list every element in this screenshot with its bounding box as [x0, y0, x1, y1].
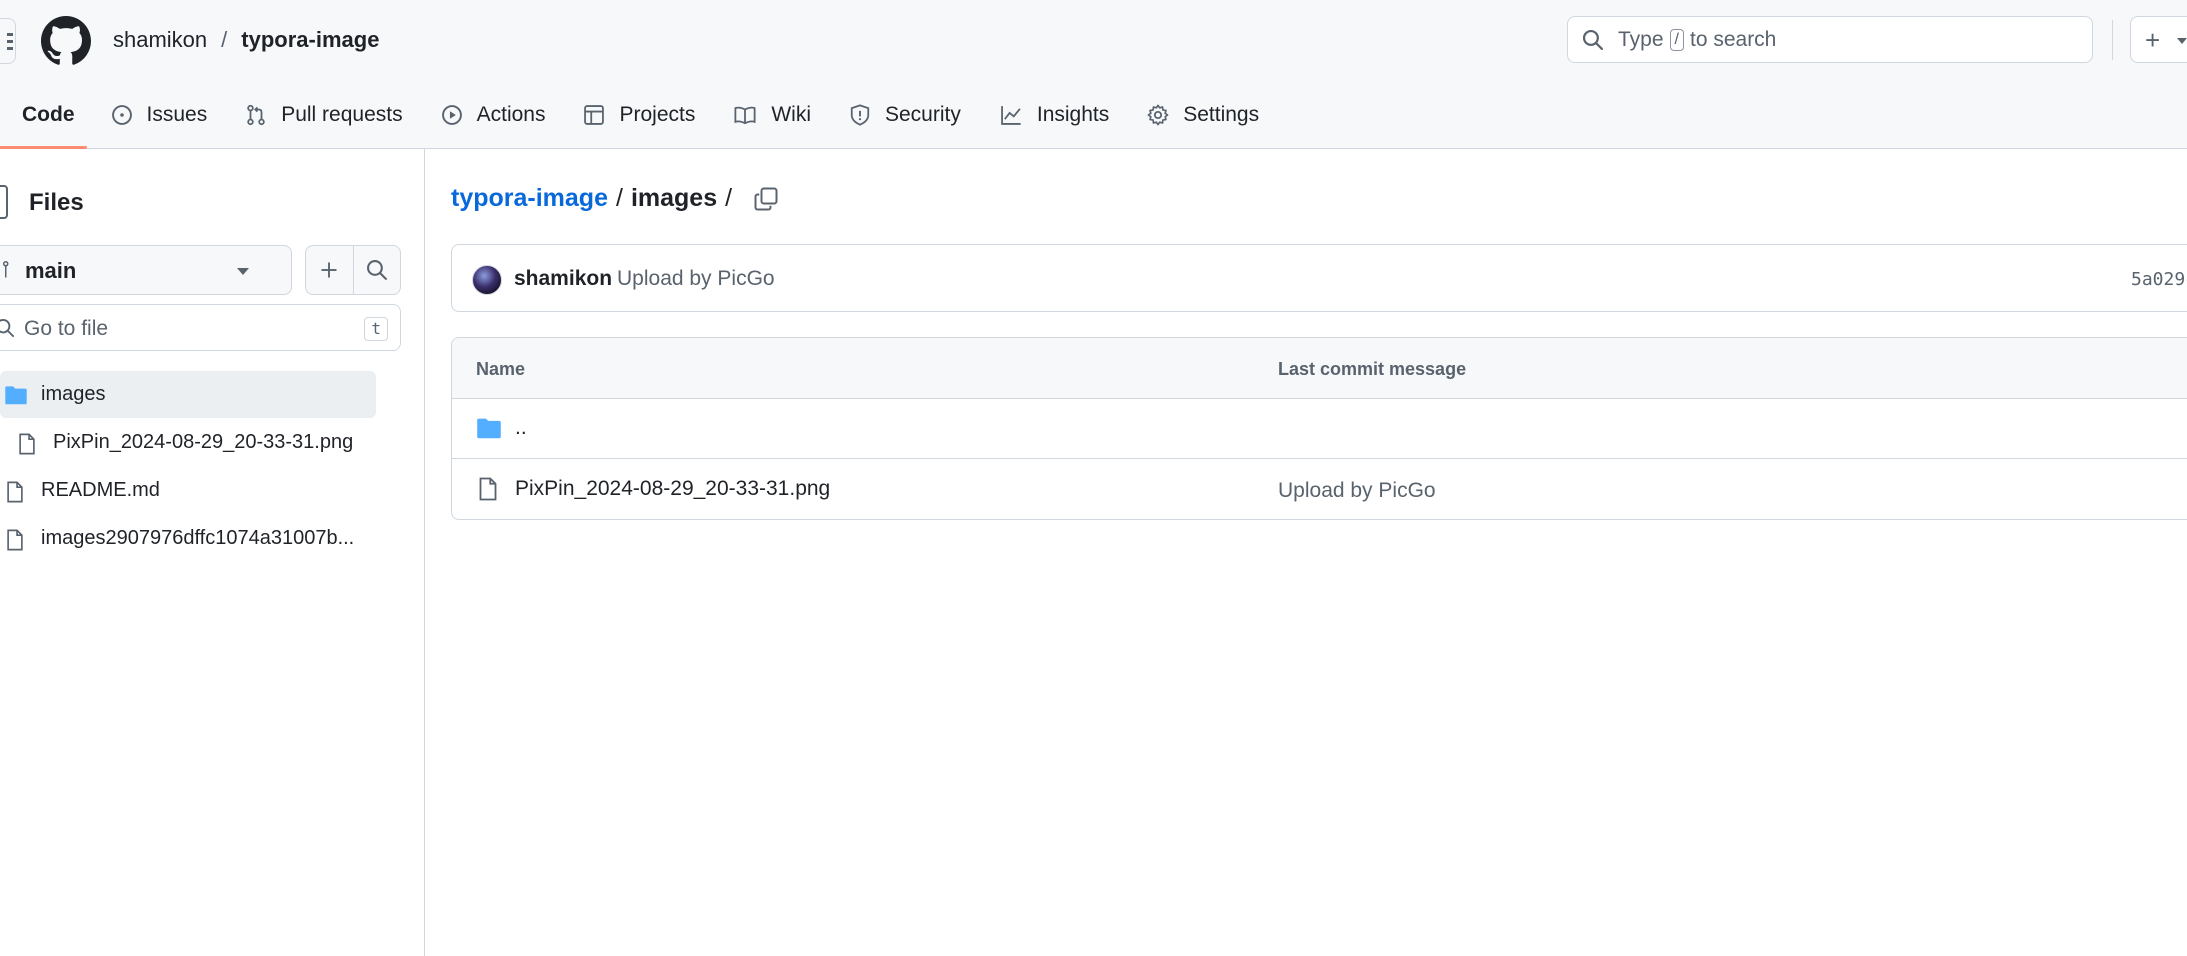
tree-item-label: images [41, 383, 106, 405]
tab-label: Actions [476, 102, 546, 126]
row-name[interactable]: .. [515, 416, 527, 440]
tab-label: Pull requests [281, 102, 403, 126]
table-row-parent[interactable]: .. [452, 399, 2187, 459]
repo-breadcrumb: shamikon / typora-image [113, 27, 379, 53]
plus-icon: + [2145, 25, 2161, 55]
tree-item-file[interactable]: PixPin_2024-08-29_20-33-31.png [0, 419, 376, 466]
tab-label: Security [885, 102, 961, 126]
tree-item-label: PixPin_2024-08-29_20-33-31.png [53, 431, 354, 453]
tab-security[interactable]: Security [849, 96, 961, 133]
breadcrumb-repo-link[interactable]: typora-image [451, 184, 608, 213]
file-icon [6, 529, 24, 557]
commit-message[interactable]: Upload by PicGo [617, 267, 775, 291]
branch-icon [1, 260, 13, 285]
header-divider [2112, 20, 2113, 60]
files-title: Files [29, 189, 84, 216]
search-icon [1582, 29, 1604, 51]
repo-nav-tabs: Code Issues Pull requests Actions Projec… [0, 96, 1297, 149]
file-icon [479, 477, 497, 507]
file-icon [18, 433, 36, 461]
add-file-button[interactable] [306, 246, 353, 294]
chevron-down-icon [237, 268, 249, 275]
breadcrumb-separator: / [615, 184, 623, 212]
column-name-header: Name [476, 359, 526, 379]
file-icon [6, 481, 24, 509]
path-breadcrumb: typora-image / images / [451, 184, 778, 213]
copy-path-icon[interactable] [754, 187, 778, 211]
chevron-down-icon [2177, 38, 2187, 44]
breadcrumb-separator: / [725, 184, 733, 212]
search-prefix: Type [1618, 27, 1664, 51]
gear-icon [1147, 104, 1183, 126]
search-suffix: to search [1689, 27, 1777, 51]
repo-header: shamikon / typora-image Type / to search… [0, 0, 2187, 149]
tab-actions[interactable]: Actions [441, 96, 546, 133]
shield-icon [849, 103, 885, 126]
issue-icon [111, 104, 147, 126]
go-to-file-input[interactable]: Go to file t [0, 304, 401, 351]
tab-insights[interactable]: Insights [999, 96, 1109, 133]
sidebar-toggle-icon[interactable] [0, 185, 8, 219]
tab-label: Settings [1183, 102, 1260, 126]
file-tree: images PixPin_2024-08-29_20-33-31.png RE… [0, 371, 376, 563]
breadcrumb-separator: / [221, 27, 228, 52]
search-icon [367, 260, 387, 280]
go-to-file-shortcut: t [364, 317, 388, 341]
tab-pull-requests[interactable]: Pull requests [245, 96, 403, 133]
book-icon [733, 104, 771, 126]
tab-code[interactable]: Code [0, 96, 86, 149]
table-row[interactable]: PixPin_2024-08-29_20-33-31.png Upload by… [452, 460, 2187, 519]
code-icon [0, 105, 16, 125]
tab-label: Wiki [771, 102, 811, 126]
tree-actions [305, 245, 401, 295]
row-name[interactable]: PixPin_2024-08-29_20-33-31.png [515, 477, 830, 501]
tab-settings[interactable]: Settings [1147, 96, 1259, 133]
tree-item-file[interactable]: README.md [0, 467, 376, 514]
search-input[interactable]: Type / to search [1567, 16, 2093, 63]
tab-issues[interactable]: Issues [111, 96, 208, 133]
commit-author[interactable]: shamikon [514, 267, 612, 291]
column-commit-header: Last commit message [1278, 359, 1467, 379]
repo-owner-link[interactable]: shamikon [113, 27, 207, 53]
tab-label: Projects [619, 102, 696, 126]
latest-commit-box: shamikon Upload by PicGo 5a029c [451, 244, 2187, 312]
tree-item-images-folder[interactable]: images [0, 371, 376, 418]
tree-item-label: README.md [41, 479, 160, 501]
tab-label: Insights [1036, 102, 1110, 126]
repo-name-link[interactable]: typora-image [241, 27, 379, 53]
folder-icon [4, 385, 28, 411]
graph-icon [999, 104, 1037, 126]
folder-icon [476, 417, 502, 445]
play-icon [441, 104, 477, 126]
go-to-file-placeholder: Go to file [24, 317, 109, 340]
branch-name: main [25, 258, 77, 283]
github-logo-icon[interactable] [41, 16, 91, 66]
row-commit-message[interactable]: Upload by PicGo [1278, 479, 1436, 503]
search-shortcut-key: / [1669, 28, 1684, 51]
create-new-button[interactable]: + [2130, 16, 2187, 63]
avatar[interactable] [472, 265, 502, 295]
file-table: Name Last commit message .. PixPin_2024-… [451, 337, 2187, 520]
commit-sha[interactable]: 5a029c [2131, 269, 2187, 290]
search-files-button[interactable] [352, 246, 400, 294]
tab-label: Issues [146, 102, 208, 126]
plus-icon [321, 262, 337, 278]
breadcrumb-current: images [630, 184, 718, 212]
table-header: Name Last commit message [452, 338, 2187, 399]
search-icon [0, 318, 15, 343]
global-menu-button[interactable] [0, 18, 16, 64]
tree-item-file[interactable]: images2907976dffc1074a31007b... [0, 515, 376, 562]
pull-request-icon [245, 104, 281, 126]
table-icon [583, 104, 619, 126]
tab-wiki[interactable]: Wiki [733, 96, 811, 133]
branch-selector[interactable]: main [0, 245, 292, 295]
tab-projects[interactable]: Projects [583, 96, 695, 133]
tab-label: Code [22, 102, 75, 126]
file-tree-sidebar: Files main Go to file t images PixPin_20… [0, 149, 425, 956]
tree-item-label: images2907976dffc1074a31007b... [41, 527, 355, 549]
